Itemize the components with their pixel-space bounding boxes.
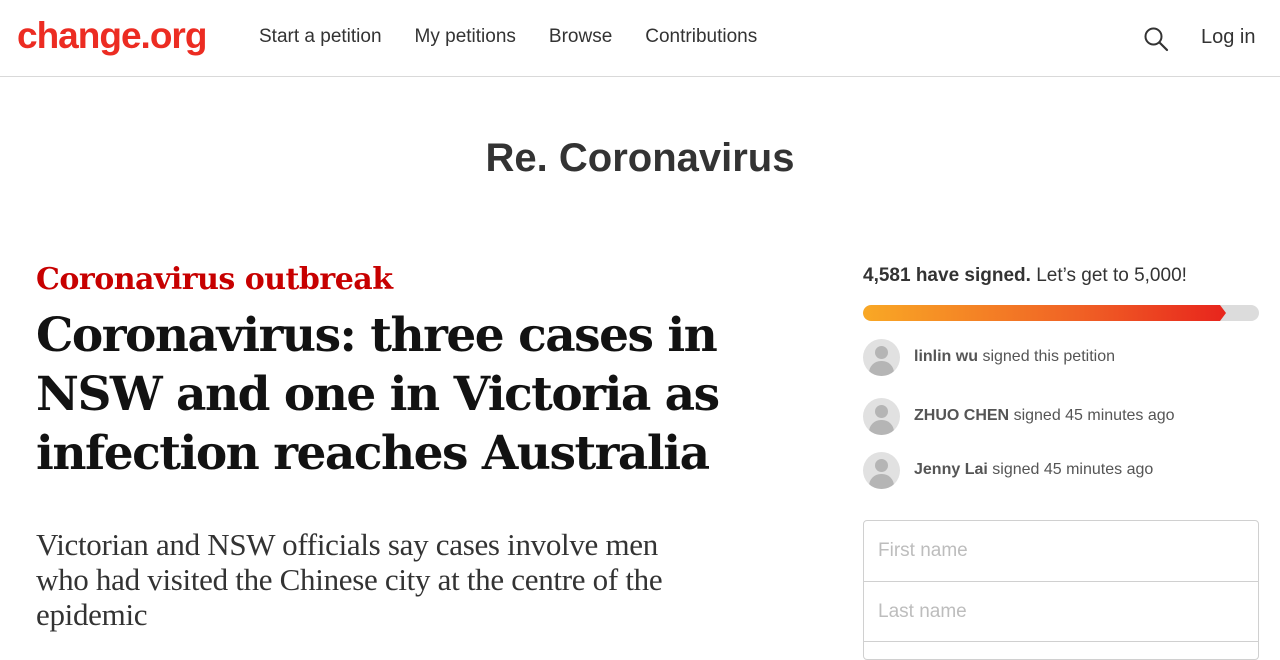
petition-title: Re. Coronavirus xyxy=(485,136,795,180)
signer-text: linlin wu signed this petition xyxy=(914,348,1115,366)
form-divider xyxy=(864,641,1258,642)
change-org-logo[interactable]: change.org xyxy=(17,12,207,60)
first-name-field[interactable] xyxy=(864,521,1258,581)
signer-name[interactable]: Jenny Lai xyxy=(914,461,988,478)
progress-tip xyxy=(1220,305,1226,321)
avatar xyxy=(863,338,900,376)
signer-action: signed this petition xyxy=(982,348,1115,365)
recent-signer: Jenny Lai signed 45 minutes ago xyxy=(863,451,1153,489)
signer-name[interactable]: linlin wu xyxy=(914,348,978,365)
article-headline-line: Coronavirus: three cases in xyxy=(36,308,718,363)
nav-browse[interactable]: Browse xyxy=(549,26,612,48)
article-standfirst-line: who had visited the Chinese city at the … xyxy=(36,562,663,597)
avatar xyxy=(863,451,900,489)
signer-text: Jenny Lai signed 45 minutes ago xyxy=(914,461,1153,479)
signer-action: signed 45 minutes ago xyxy=(992,461,1154,478)
search-icon[interactable] xyxy=(1143,26,1169,52)
signer-text: ZHUO CHEN signed 45 minutes ago xyxy=(914,407,1175,425)
login-link[interactable]: Log in xyxy=(1201,26,1256,49)
signer-action: signed 45 minutes ago xyxy=(1013,407,1175,424)
signature-count: 4,581 have signed. Let’s get to 5,000! xyxy=(863,265,1187,287)
recent-signer: ZHUO CHEN signed 45 minutes ago xyxy=(863,397,1175,435)
article-headline-line: NSW and one in Victoria as xyxy=(36,367,720,422)
main-nav: Start a petition My petitions Browse Con… xyxy=(259,26,757,48)
last-name-field[interactable] xyxy=(864,582,1258,642)
article-standfirst-line: epidemic xyxy=(36,597,148,632)
top-navigation-bar: change.org Start a petition My petitions… xyxy=(0,0,1280,77)
signer-name[interactable]: ZHUO CHEN xyxy=(914,407,1009,424)
article-standfirst: Victorian and NSW officials say cases in… xyxy=(36,527,756,632)
article-kicker: Coronavirus outbreak xyxy=(36,262,393,297)
nav-contributions[interactable]: Contributions xyxy=(645,26,757,48)
signed-count-text: 4,581 have signed. xyxy=(863,265,1031,286)
article-headline: Coronavirus: three cases in NSW and one … xyxy=(36,306,756,483)
article-standfirst-line: Victorian and NSW officials say cases in… xyxy=(36,527,658,562)
signature-progress-bar xyxy=(863,305,1259,321)
progress-fill xyxy=(863,305,1220,321)
nav-my-petitions[interactable]: My petitions xyxy=(415,26,516,48)
avatar xyxy=(863,397,900,435)
goal-text: Let’s get to 5,000! xyxy=(1036,265,1187,286)
sign-form xyxy=(863,520,1259,660)
nav-start-petition[interactable]: Start a petition xyxy=(259,26,382,48)
recent-signer: linlin wu signed this petition xyxy=(863,338,1115,376)
article-headline-line: infection reaches Australia xyxy=(36,426,710,481)
